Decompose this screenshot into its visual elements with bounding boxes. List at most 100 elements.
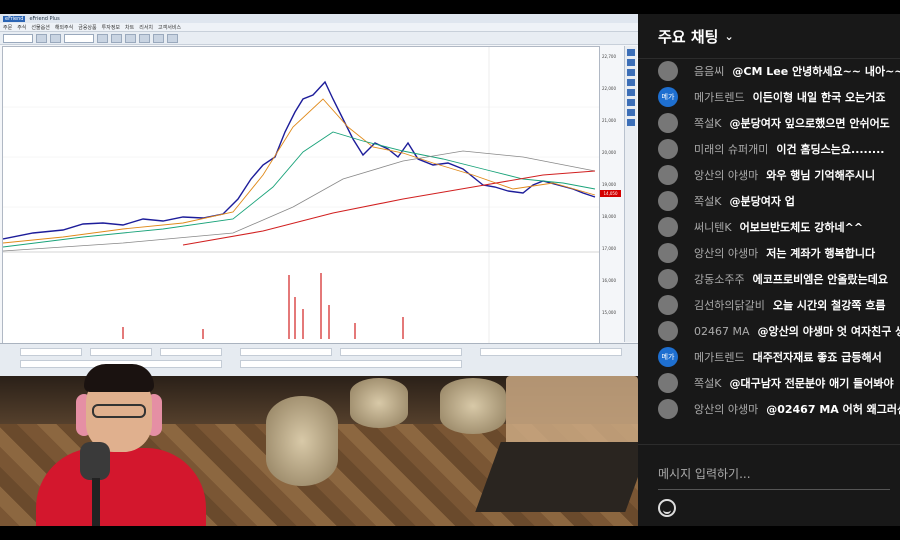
- chat-author[interactable]: 쪽설K: [694, 193, 721, 209]
- toolbar-button[interactable]: [153, 33, 164, 43]
- chat-author[interactable]: 앙산의 야생마: [694, 167, 758, 183]
- chat-text: 어보브반도체도 강하네^^: [739, 221, 864, 234]
- avatar[interactable]: [658, 61, 678, 81]
- chat-header[interactable]: 주요 채팅 ⌄: [638, 14, 900, 59]
- chat-author[interactable]: 강동소주주: [694, 271, 745, 287]
- chat-message: 김선하의닭갈비 오늘 시간외 철강쪽 흐름: [638, 292, 900, 318]
- order-field[interactable]: [240, 348, 332, 356]
- side-tool-button[interactable]: [627, 99, 635, 106]
- chat-mode-label[interactable]: 주요 채팅: [658, 26, 718, 47]
- chat-author[interactable]: 써니텐K: [694, 219, 732, 235]
- price-tick: 16,000: [602, 278, 616, 283]
- avatar[interactable]: 메가: [658, 347, 678, 367]
- chat-author[interactable]: 메가트렌드: [694, 349, 745, 365]
- letterbox-bottom: [0, 526, 900, 540]
- chat-author[interactable]: 02467 MA: [694, 325, 750, 338]
- current-price-tag: 14,050: [600, 190, 621, 197]
- side-tool-button[interactable]: [627, 79, 635, 86]
- menu-item[interactable]: 금융상품: [78, 24, 96, 31]
- menu-item[interactable]: 주식: [17, 24, 26, 31]
- toolbar-button[interactable]: [167, 33, 178, 43]
- side-tool-button[interactable]: [627, 119, 635, 126]
- microphone-icon: [80, 442, 110, 480]
- emoji-icon[interactable]: [658, 499, 676, 517]
- price-tick: 22,000: [602, 86, 616, 91]
- streamer: [36, 358, 206, 526]
- toolbar-button[interactable]: [97, 33, 108, 43]
- side-tool-button[interactable]: [627, 89, 635, 96]
- chat-message: 앙산의 야생마 저는 계좌가 행복합니다: [638, 240, 900, 266]
- menu-item[interactable]: 리서치: [139, 24, 153, 31]
- avatar[interactable]: [658, 373, 678, 393]
- glasses-icon: [92, 404, 146, 418]
- avatar[interactable]: [658, 243, 678, 263]
- chat-text: 대주전자재료 좋죠 급등해서: [752, 351, 882, 364]
- mic-stand: [92, 478, 100, 526]
- menu-item[interactable]: 차트: [125, 24, 134, 31]
- avatar[interactable]: 메가: [658, 87, 678, 107]
- stream-video[interactable]: eFriend eFriend Plus 주문 주식 선물옵션 해외주식 금융상…: [0, 14, 638, 526]
- toolbar-button[interactable]: [36, 33, 47, 43]
- chat-message: 쪽설K @분당여자 잎으로했으면 안쉬어도: [638, 110, 900, 136]
- chat-author[interactable]: 미래의 슈퍼개미: [694, 141, 768, 157]
- trading-toolbar: [0, 32, 638, 45]
- chat-text: 에코프로비엠은 안올랐는데요: [752, 273, 888, 286]
- chat-author[interactable]: 메가트렌드: [694, 89, 745, 105]
- letterbox-top: [0, 0, 900, 14]
- order-field[interactable]: [340, 348, 462, 356]
- chat-message: 02467 MA @앙산의 야생마 엇 여자친구 생: [638, 318, 900, 344]
- avatar[interactable]: [658, 191, 678, 211]
- ma-line-20: [2, 131, 596, 248]
- order-field[interactable]: [90, 348, 152, 356]
- avatar[interactable]: [658, 139, 678, 159]
- avatar[interactable]: [658, 321, 678, 341]
- side-tool-button[interactable]: [627, 109, 635, 116]
- stock-name-field[interactable]: [64, 33, 94, 43]
- avatar[interactable]: [658, 165, 678, 185]
- chat-input[interactable]: 메시지 입력하기...: [658, 465, 751, 482]
- order-field[interactable]: [240, 360, 462, 368]
- avatar[interactable]: [658, 217, 678, 237]
- stock-code-input[interactable]: [3, 33, 33, 43]
- toolbar-button[interactable]: [50, 33, 61, 43]
- price-tick: 18,000: [602, 214, 616, 219]
- menu-item[interactable]: 해외주식: [55, 24, 73, 31]
- price-tick: 15,000: [602, 310, 616, 315]
- avatar[interactable]: [658, 295, 678, 315]
- chat-text: 저는 계좌가 행복합니다: [766, 247, 876, 260]
- toolbar-button[interactable]: [125, 33, 136, 43]
- price-tick: 19,000: [602, 182, 616, 187]
- menu-item[interactable]: 고객서비스: [158, 24, 181, 31]
- menu-item[interactable]: 투자정보: [102, 24, 120, 31]
- chat-message-list[interactable]: 음음씨 @CM Lee 안녕하세요~~ 내아~~ 메가 메가트렌드 이든이형 내…: [638, 58, 900, 444]
- chat-author[interactable]: 앙산의 야생마: [694, 401, 758, 417]
- order-field[interactable]: [20, 348, 82, 356]
- trading-app-window: eFriend eFriend Plus 주문 주식 선물옵션 해외주식 금융상…: [0, 14, 638, 377]
- avatar[interactable]: [658, 113, 678, 133]
- toolbar-button[interactable]: [111, 33, 122, 43]
- chat-message: 강동소주주 에코프로비엠은 안올랐는데요: [638, 266, 900, 292]
- chat-message: 미래의 슈퍼개미 이건 홈딩스는요........: [638, 136, 900, 162]
- side-tool-button[interactable]: [627, 49, 635, 56]
- avatar[interactable]: [658, 269, 678, 289]
- volume-bars: [122, 273, 404, 339]
- menu-item[interactable]: 주문: [3, 24, 12, 31]
- chat-author[interactable]: 쪽설K: [694, 375, 721, 391]
- chevron-down-icon[interactable]: ⌄: [724, 30, 733, 43]
- chat-author[interactable]: 김선하의닭갈비: [694, 297, 765, 313]
- chat-author[interactable]: 쪽설K: [694, 115, 721, 131]
- avatar[interactable]: [658, 399, 678, 419]
- order-field[interactable]: [480, 348, 622, 356]
- side-tool-button[interactable]: [627, 59, 635, 66]
- price-tick: 20,000: [602, 150, 616, 155]
- menu-item[interactable]: 선물옵션: [31, 24, 49, 31]
- chat-text: @02467 MA 어허 왜그러신: [766, 403, 900, 416]
- chat-author[interactable]: 음음씨: [694, 63, 724, 79]
- stock-chart[interactable]: [2, 46, 600, 344]
- order-field[interactable]: [160, 348, 222, 356]
- chat-author[interactable]: 앙산의 야생마: [694, 245, 758, 261]
- side-tool-button[interactable]: [627, 69, 635, 76]
- toolbar-button[interactable]: [139, 33, 150, 43]
- chat-text: 와우 행님 기억해주시니: [766, 169, 876, 182]
- room-stool: [266, 396, 338, 486]
